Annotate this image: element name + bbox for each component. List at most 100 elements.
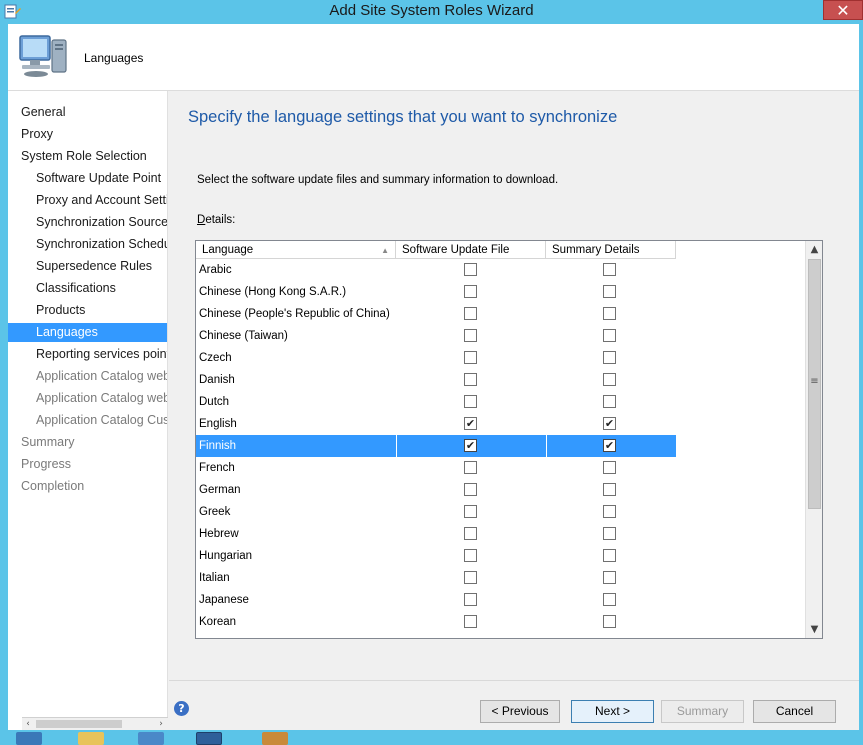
nav-item-supersedence-rules[interactable]: Supersedence Rules: [8, 257, 167, 276]
summary-details-checkbox[interactable]: [603, 549, 616, 562]
software-update-file-checkbox[interactable]: [464, 505, 477, 518]
table-row[interactable]: Czech: [196, 347, 676, 369]
nav-item-languages[interactable]: Languages: [8, 323, 167, 342]
cancel-button[interactable]: Cancel: [753, 700, 836, 723]
table-row[interactable]: French: [196, 457, 676, 479]
window-title: Add Site System Roles Wizard: [329, 2, 534, 19]
table-row[interactable]: Finnish ✔ ✔: [196, 435, 676, 457]
software-update-file-checkbox[interactable]: [464, 461, 477, 474]
previous-button[interactable]: < Previous: [480, 700, 560, 723]
summary-details-checkbox[interactable]: [603, 461, 616, 474]
table-row[interactable]: Chinese (Taiwan): [196, 325, 676, 347]
scroll-right-arrow-icon[interactable]: ›: [155, 718, 167, 730]
cell-divider: [396, 435, 397, 457]
table-row[interactable]: Italian: [196, 567, 676, 589]
nav-item-general[interactable]: General: [8, 103, 167, 122]
nav-item-completion: Completion: [21, 479, 85, 493]
software-update-file-checkbox[interactable]: [464, 549, 477, 562]
grid-vertical-scrollbar[interactable]: ▲ ≡ ▼: [805, 241, 822, 638]
table-row[interactable]: Greek: [196, 501, 676, 523]
nav-item-products[interactable]: Products: [8, 301, 167, 320]
scroll-grip-icon: ≡: [810, 376, 819, 387]
summary-details-checkbox[interactable]: [603, 395, 616, 408]
column-header-summary-details[interactable]: Summary Details: [546, 241, 676, 259]
nav-item-proxy[interactable]: Proxy: [8, 125, 167, 144]
language-name: Dutch: [199, 396, 230, 408]
taskbar-paint-icon[interactable]: [262, 732, 288, 745]
summary-details-checkbox[interactable]: [603, 571, 616, 584]
table-row[interactable]: Danish: [196, 369, 676, 391]
language-name: Italian: [199, 572, 230, 584]
software-update-file-checkbox[interactable]: [464, 483, 477, 496]
summary-details-checkbox[interactable]: [603, 351, 616, 364]
taskbar-server-manager-icon[interactable]: [16, 732, 42, 745]
summary-details-checkbox[interactable]: [603, 329, 616, 342]
close-button[interactable]: ✕: [823, 0, 863, 20]
nav-item-classifications[interactable]: Classifications: [8, 279, 167, 298]
software-update-file-checkbox[interactable]: [464, 527, 477, 540]
software-update-file-checkbox[interactable]: [464, 351, 477, 364]
table-row[interactable]: Dutch: [196, 391, 676, 413]
help-icon[interactable]: ?: [174, 701, 189, 716]
nav-item-application-catalog-cust: Application Catalog Cust: [36, 413, 168, 427]
sort-ascending-icon: ▲: [381, 246, 389, 255]
nav-item-system-role-selection[interactable]: System Role Selection: [8, 147, 167, 166]
table-row[interactable]: Arabic: [196, 259, 676, 281]
language-name: Chinese (Hong Kong S.A.R.): [199, 286, 347, 298]
nav-scroll-thumb[interactable]: [36, 720, 122, 728]
summary-details-checkbox[interactable]: [603, 593, 616, 606]
table-row[interactable]: Chinese (People's Republic of China): [196, 303, 676, 325]
table-row[interactable]: German: [196, 479, 676, 501]
summary-details-checkbox[interactable]: [603, 307, 616, 320]
table-row[interactable]: Hebrew: [196, 523, 676, 545]
software-update-file-checkbox[interactable]: ✔: [464, 439, 477, 452]
next-button[interactable]: Next >: [571, 700, 654, 723]
summary-details-checkbox[interactable]: [603, 527, 616, 540]
taskbar-console-icon[interactable]: [138, 732, 164, 745]
nav-item-proxy-and-account-settin[interactable]: Proxy and Account Settin: [8, 191, 167, 210]
language-name: Japanese: [199, 594, 249, 606]
table-row[interactable]: English ✔ ✔: [196, 413, 676, 435]
column-header-language[interactable]: Language ▲: [196, 241, 396, 259]
scroll-left-arrow-icon[interactable]: ‹: [22, 718, 34, 730]
summary-details-checkbox[interactable]: [603, 615, 616, 628]
nav-item-synchronization-source[interactable]: Synchronization Source: [8, 213, 167, 232]
table-row[interactable]: Japanese: [196, 589, 676, 611]
software-update-file-checkbox[interactable]: [464, 571, 477, 584]
scroll-up-arrow-icon[interactable]: ▲: [806, 241, 822, 258]
table-row[interactable]: Chinese (Hong Kong S.A.R.): [196, 281, 676, 303]
nav-item-software-update-point[interactable]: Software Update Point: [8, 169, 167, 188]
language-name: Finnish: [199, 440, 237, 452]
wizard-window: Languages General Proxy System Role Select…: [8, 24, 859, 730]
summary-details-checkbox[interactable]: [603, 483, 616, 496]
taskbar-folder-icon[interactable]: [78, 732, 104, 745]
software-update-file-checkbox[interactable]: [464, 395, 477, 408]
taskbar: [0, 730, 863, 745]
software-update-file-checkbox[interactable]: [464, 593, 477, 606]
software-update-file-checkbox[interactable]: [464, 329, 477, 342]
software-update-file-checkbox[interactable]: [464, 285, 477, 298]
summary-details-checkbox[interactable]: ✔: [603, 439, 616, 452]
taskbar-wizard-icon[interactable]: [196, 732, 222, 745]
summary-details-checkbox[interactable]: [603, 373, 616, 386]
software-update-file-checkbox[interactable]: [464, 615, 477, 628]
software-update-file-checkbox[interactable]: [464, 373, 477, 386]
language-name: Hebrew: [199, 528, 239, 540]
table-row[interactable]: Hungarian: [196, 545, 676, 567]
nav-item-synchronization-schedule[interactable]: Synchronization Schedule: [8, 235, 167, 254]
scroll-down-arrow-icon[interactable]: ▼: [806, 621, 822, 638]
scroll-thumb[interactable]: ≡: [808, 259, 821, 509]
summary-details-checkbox[interactable]: ✔: [603, 417, 616, 430]
software-update-file-checkbox[interactable]: [464, 263, 477, 276]
nav-item-reporting-services-point[interactable]: Reporting services point: [8, 345, 167, 364]
summary-details-checkbox[interactable]: [603, 285, 616, 298]
summary-details-checkbox[interactable]: [603, 263, 616, 276]
wizard-header: Languages: [8, 24, 859, 91]
summary-details-checkbox[interactable]: [603, 505, 616, 518]
software-update-file-checkbox[interactable]: [464, 307, 477, 320]
software-update-file-checkbox[interactable]: ✔: [464, 417, 477, 430]
table-row[interactable]: Korean: [196, 611, 676, 633]
column-header-software-update-file[interactable]: Software Update File: [396, 241, 546, 259]
instruction-text: Select the software update files and sum…: [197, 174, 559, 186]
nav-horizontal-scrollbar[interactable]: ‹ ›: [22, 717, 168, 730]
